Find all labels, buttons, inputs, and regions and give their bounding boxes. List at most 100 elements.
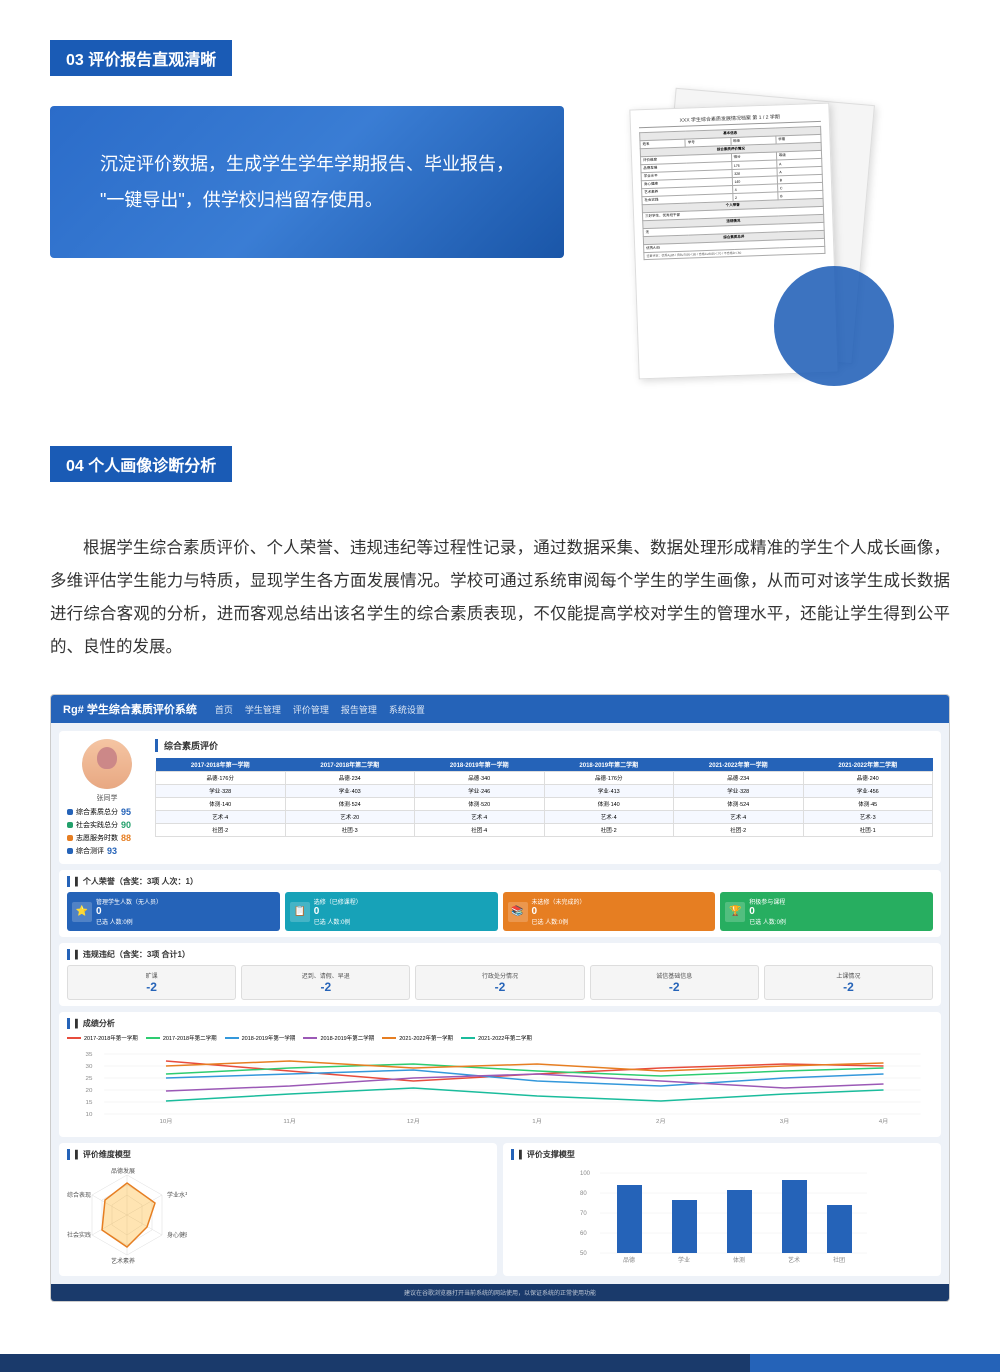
vio-label-1: 旷课 [73, 971, 230, 980]
violations-title: ▌ 违规违纪（含奖：3项 合计1） [67, 949, 933, 960]
cell: 社团·2 [156, 824, 286, 837]
th-3: 2018-2019年第一学期 [415, 758, 545, 772]
trend-title: ▌ 成绩分析 [67, 1018, 933, 1029]
cell: 艺术·4 [674, 811, 804, 824]
cell: 艺术·4 [156, 811, 286, 824]
vio-card-3: 行政处分情况 -2 [415, 965, 584, 1000]
badge-dot-orange [67, 835, 73, 841]
cell: 体测·140 [544, 798, 674, 811]
svg-text:综合表现: 综合表现 [67, 1191, 91, 1199]
nav-item-1: 首页 [215, 703, 233, 716]
stat-num-4: 93 [107, 846, 117, 856]
cell: 社团·2 [544, 824, 674, 837]
svg-text:10: 10 [86, 1112, 93, 1117]
section-03: 03 评价报告直观清晰 沉淀评价数据，生成学生学年学期报告、毕业报告， "一键导… [0, 0, 1000, 426]
svg-text:35: 35 [86, 1052, 93, 1057]
svg-text:12月: 12月 [407, 1119, 420, 1125]
svg-text:60: 60 [580, 1231, 587, 1237]
footer-text: 建议在谷歌浏览器打开当前系统的网站使用，以保证系统的正常使用功能 [404, 1291, 596, 1297]
legend-2: 2017-2018年第二学期 [146, 1034, 217, 1042]
cell: 品德·234 [285, 772, 415, 785]
legend-label-2: 2017-2018年第二学期 [163, 1034, 217, 1042]
stat-label-1: 综合素质总分 [76, 807, 118, 817]
vio-card-2: 迟到、请假、早退 -2 [241, 965, 410, 1000]
section-03-text-line2: "一键导出"，供学校归档留存使用。 [100, 182, 514, 218]
legend-label-6: 2021-2022年第二学期 [478, 1034, 532, 1042]
dashboard-nav: 首页 学生管理 评价管理 报告管理 系统设置 [215, 703, 425, 716]
trend-section: ▌ 成绩分析 2017-2018年第一学期 2017-2018年第二学期 [59, 1012, 941, 1137]
cell: 艺术·20 [285, 811, 415, 824]
cell: 品德·240 [803, 772, 933, 785]
ach-card-4: 🏆 积极参与课程 0 已选 人数:0例 [720, 892, 933, 931]
svg-text:品德发展: 品德发展 [111, 1167, 135, 1175]
svg-text:25: 25 [86, 1076, 93, 1081]
bar-chart-svg: 100 80 70 60 50 [511, 1165, 933, 1265]
legend-label-4: 2018-2019年第二学期 [320, 1034, 374, 1042]
vio-label-4: 诚信基础信息 [596, 971, 753, 980]
cell: 品德·234 [674, 772, 804, 785]
stat-label-2: 社会实践总分 [76, 820, 118, 830]
cell: 体测·520 [415, 798, 545, 811]
violation-cards: 旷课 -2 迟到、请假、早退 -2 行政处分情况 -2 诚信基础信息 [67, 965, 933, 1000]
nav-item-3: 评价管理 [293, 703, 329, 716]
svg-text:10月: 10月 [159, 1119, 172, 1125]
legend-label-5: 2021-2022年第一学期 [399, 1034, 453, 1042]
th-5: 2021-2022年第一学期 [674, 758, 804, 772]
cell: 学业·403 [285, 785, 415, 798]
eval-radar-section: ▌ 评价维度模型 [59, 1143, 497, 1276]
ach-icon-3: 📚 [508, 902, 528, 922]
table-row: 艺术·4 艺术·20 艺术·4 艺术·4 艺术·4 艺术·3 [156, 811, 933, 824]
svg-text:体测: 体测 [733, 1256, 745, 1264]
avatar-box [82, 739, 132, 789]
svg-text:20: 20 [86, 1088, 93, 1093]
achievement-cards: ⭐ 管理学生人数（无人员） 0 已选 人数:0例 📋 选修（已修课程） [67, 892, 933, 931]
cell: 社团·2 [674, 824, 804, 837]
report-image-area: XXX 学生综合素质发展情况档案 第 1 / 2 学期 基本信息 姓名学号班级学… [564, 86, 884, 406]
page-wrapper: 03 评价报告直观清晰 沉淀评价数据，生成学生学年学期报告、毕业报告， "一键导… [0, 0, 1000, 1372]
svg-text:学业水平: 学业水平 [167, 1191, 187, 1199]
violations-section: ▌ 违规违纪（含奖：3项 合计1） 旷课 -2 迟到、请假、早退 -2 行政处分… [59, 943, 941, 1006]
cell: 艺术·4 [415, 811, 545, 824]
ach-card-1: ⭐ 管理学生人数（无人员） 0 已选 人数:0例 [67, 892, 280, 931]
vio-label-2: 迟到、请假、早退 [247, 971, 404, 980]
legend-line-3 [225, 1037, 239, 1039]
trend-chart-svg: 35 30 25 20 15 10 10月 [67, 1046, 933, 1126]
bottom-bar-dark [0, 1354, 750, 1372]
bottom-bars [0, 1354, 1000, 1372]
svg-text:70: 70 [580, 1211, 587, 1217]
stat-badge-2: 社会实践总分 90 [67, 820, 147, 830]
cell: 体测·524 [674, 798, 804, 811]
vio-num-5: -2 [770, 980, 927, 994]
vio-num-3: -2 [421, 980, 578, 994]
svg-text:30: 30 [86, 1064, 93, 1069]
cell: 社团·1 [803, 824, 933, 837]
svg-text:50: 50 [580, 1251, 587, 1257]
legend-6: 2021-2022年第二学期 [461, 1034, 532, 1042]
cell: 社团·4 [415, 824, 545, 837]
achievement-title: ▌ 个人荣誉（含奖：3项 人次：1） [67, 876, 933, 887]
ach-sub-2: 已选 人数:0例 [314, 917, 362, 926]
cell: 品德·176分 [156, 772, 286, 785]
dashboard-footer: 建议在谷歌浏览器打开当前系统的网站使用，以保证系统的正常使用功能 [51, 1284, 949, 1301]
legend-label-1: 2017-2018年第一学期 [84, 1034, 138, 1042]
nav-item-5: 系统设置 [389, 703, 425, 716]
section-04-title: 04 个人画像诊断分析 [50, 446, 232, 482]
legend-4: 2018-2019年第二学期 [303, 1034, 374, 1042]
stat-label-3: 志愿服务时数 [76, 833, 118, 843]
cell: 体测·524 [285, 798, 415, 811]
dashboard-header: Rg# 学生综合素质评价系统 首页 学生管理 评价管理 报告管理 系统设置 [51, 695, 949, 723]
svg-text:4月: 4月 [879, 1119, 889, 1125]
table-row: 社团·2 社团·3 社团·4 社团·2 社团·2 社团·1 [156, 824, 933, 837]
vio-card-5: 上课情况 -2 [764, 965, 933, 1000]
ach-sub-1: 已选 人数:0例 [96, 917, 162, 926]
ach-num-4: 0 [749, 906, 786, 917]
svg-text:社会实践: 社会实践 [67, 1231, 91, 1239]
table-row: 品德·176分 品德·234 品德·340 品德·176分 品德·234 品德·… [156, 772, 933, 785]
vio-card-1: 旷课 -2 [67, 965, 236, 1000]
vio-label-5: 上课情况 [770, 971, 927, 980]
ach-label-1: 管理学生人数（无人员） [96, 897, 162, 906]
ach-icon-1: ⭐ [72, 902, 92, 922]
svg-text:身心健康: 身心健康 [167, 1231, 187, 1239]
ach-icon-4: 🏆 [725, 902, 745, 922]
svg-text:80: 80 [580, 1191, 587, 1197]
